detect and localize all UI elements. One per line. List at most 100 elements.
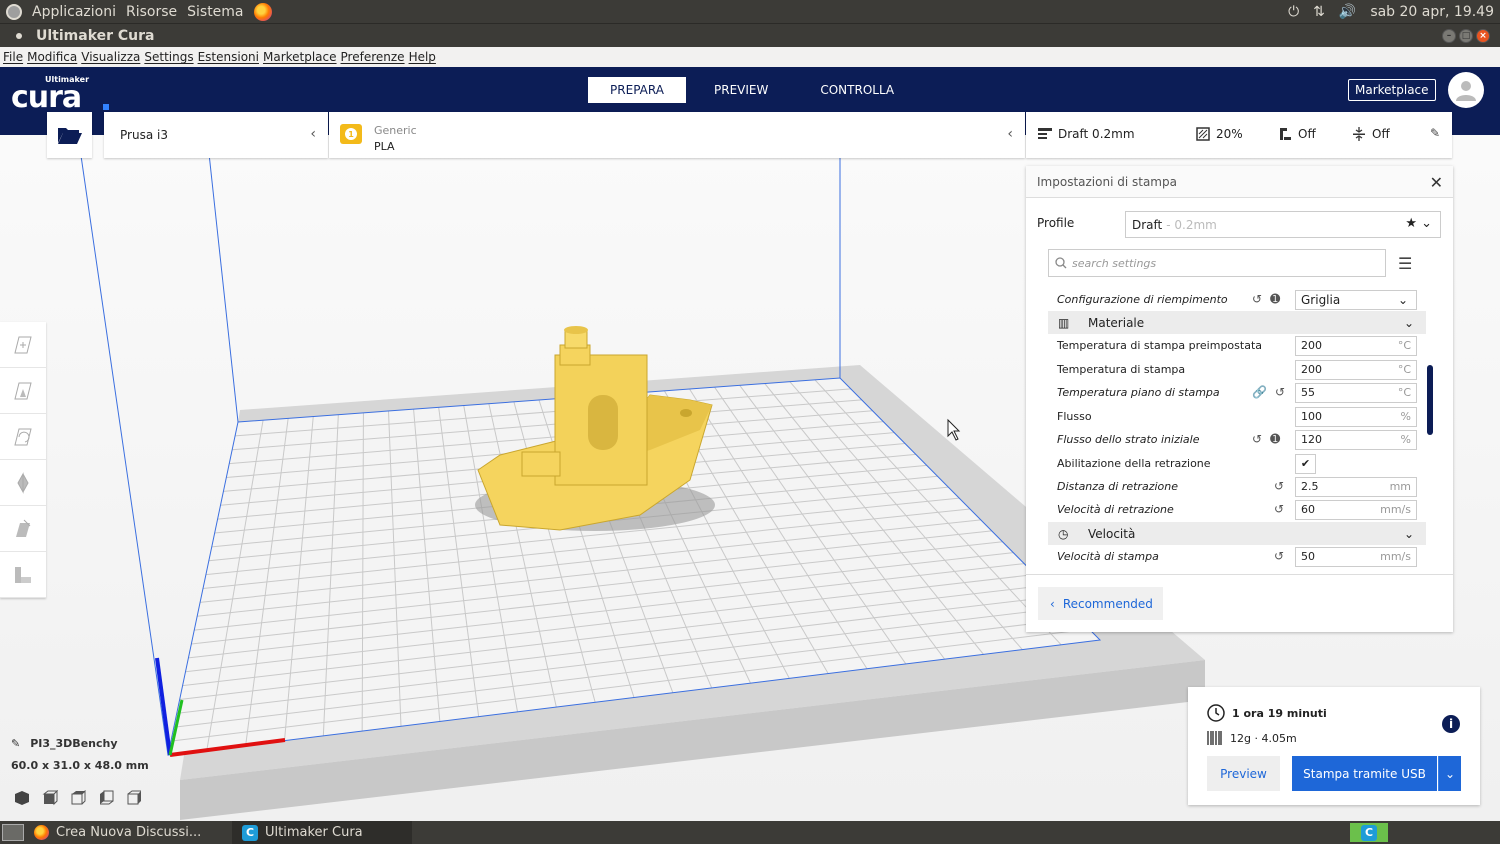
open-file-button[interactable] bbox=[47, 112, 92, 158]
close-window-button[interactable]: × bbox=[1476, 28, 1490, 43]
setting-unit: °C bbox=[1397, 339, 1411, 352]
panel-menu-sistema[interactable]: Sistema bbox=[187, 4, 243, 20]
reset-icon[interactable]: ↺ bbox=[1275, 385, 1285, 399]
mirror-tool[interactable] bbox=[0, 460, 46, 506]
volume-icon[interactable]: 🔊 bbox=[1339, 4, 1356, 20]
menu-estensioni[interactable]: Estensioni bbox=[198, 50, 259, 64]
task-cura[interactable]: C Ultimaker Cura bbox=[232, 821, 412, 844]
category-velocita[interactable]: ◷ Velocità ⌄ bbox=[1048, 522, 1426, 545]
printer-name: Prusa i3 bbox=[120, 128, 168, 142]
firefox-icon bbox=[34, 825, 49, 840]
setting-unit: °C bbox=[1397, 386, 1411, 399]
view-top-icon[interactable] bbox=[70, 790, 86, 806]
clock[interactable]: sab 20 apr, 19.49 bbox=[1370, 4, 1494, 20]
tab-prepara[interactable]: PREPARA bbox=[588, 77, 686, 103]
menu-file[interactable]: File bbox=[3, 50, 23, 64]
menu-modifica[interactable]: Modifica bbox=[27, 50, 77, 64]
panel-menu-risorse[interactable]: Risorse bbox=[126, 4, 177, 20]
recommended-button[interactable]: ‹ Recommended bbox=[1038, 587, 1163, 620]
adhesion-summary: Off bbox=[1352, 127, 1390, 141]
reset-icon[interactable]: ↺ bbox=[1274, 549, 1284, 563]
network-icon[interactable]: ⇅ bbox=[1313, 4, 1325, 20]
setting-select[interactable]: Griglia ⌄ bbox=[1295, 289, 1417, 310]
print-job-panel: 1 ora 19 minuti 12g · 4.05m i Preview St… bbox=[1188, 687, 1480, 805]
setting-field[interactable]: 55 °C bbox=[1295, 382, 1417, 403]
menu-settings[interactable]: Settings bbox=[144, 50, 193, 64]
minimize-button[interactable]: – bbox=[1442, 28, 1456, 43]
menu-visualizza[interactable]: Visualizza bbox=[81, 50, 140, 64]
preview-button[interactable]: Preview bbox=[1207, 756, 1280, 791]
pencil-icon[interactable]: ✎ bbox=[11, 737, 20, 750]
chevron-down-icon: ⌄ bbox=[1444, 766, 1456, 781]
setting-default-print-temp: Temperatura di stampa preimpostata 200 °C bbox=[1048, 334, 1426, 357]
search-input[interactable]: search settings bbox=[1048, 249, 1386, 277]
panel-menu-applicazioni[interactable]: Applicazioni bbox=[32, 4, 116, 20]
settings-scrollbar[interactable] bbox=[1427, 365, 1433, 435]
tab-preview[interactable]: PREVIEW bbox=[690, 77, 792, 103]
setting-field[interactable]: 120% bbox=[1295, 429, 1417, 450]
print-usb-button[interactable]: Stampa tramite USB bbox=[1292, 756, 1437, 791]
view-right-icon[interactable] bbox=[126, 790, 142, 806]
view-3d-icon[interactable] bbox=[14, 790, 30, 806]
marketplace-button[interactable]: Marketplace bbox=[1348, 79, 1436, 101]
material-icon: ▥ bbox=[1058, 315, 1070, 330]
rotate-tool[interactable] bbox=[0, 414, 46, 460]
setting-field[interactable]: 50 mm/s bbox=[1295, 546, 1417, 567]
view-front-icon[interactable] bbox=[42, 790, 58, 806]
printer-selector[interactable]: Prusa i3 ‹ bbox=[104, 112, 328, 158]
profile-label: Profile bbox=[1037, 216, 1075, 230]
account-avatar[interactable] bbox=[1448, 72, 1484, 108]
reset-icon[interactable]: ↺ bbox=[1252, 292, 1262, 306]
tab-controlla[interactable]: CONTROLLA bbox=[796, 77, 918, 103]
menu-marketplace[interactable]: Marketplace bbox=[263, 50, 337, 64]
print-options-button[interactable]: ⌄ bbox=[1438, 756, 1461, 791]
setting-unit: mm/s bbox=[1380, 550, 1411, 563]
menu-preferenze[interactable]: Preferenze bbox=[341, 50, 405, 64]
setting-field[interactable]: 200 °C bbox=[1295, 359, 1417, 380]
close-icon[interactable]: ✕ bbox=[1430, 173, 1443, 192]
reset-icon[interactable]: ↺ bbox=[1274, 502, 1284, 516]
clock-icon bbox=[1207, 704, 1225, 722]
info-icon[interactable]: ➊ bbox=[1270, 432, 1280, 446]
info-icon[interactable]: ➊ bbox=[1270, 292, 1280, 306]
category-materiale[interactable]: ▥ Materiale ⌄ bbox=[1048, 311, 1426, 334]
reset-icon[interactable]: ↺ bbox=[1252, 432, 1262, 446]
move-tool[interactable] bbox=[0, 322, 46, 368]
pencil-icon[interactable]: ✎ bbox=[1430, 126, 1440, 140]
setting-value: 100 bbox=[1301, 410, 1322, 423]
task-firefox[interactable]: Crea Nuova Discussi... bbox=[24, 821, 232, 844]
info-icon[interactable]: i bbox=[1442, 715, 1460, 733]
print-time-value: 1 ora 19 minuti bbox=[1232, 706, 1327, 720]
setting-field[interactable]: 100% bbox=[1295, 406, 1417, 427]
print-settings-summary[interactable]: Draft 0.2mm 20% Off Off ✎ bbox=[1026, 112, 1452, 158]
per-model-settings-tool[interactable] bbox=[0, 506, 46, 552]
setting-label: Temperatura di stampa preimpostata bbox=[1057, 339, 1262, 352]
support-blocker-icon bbox=[15, 566, 31, 583]
menu-help[interactable]: Help bbox=[409, 50, 436, 64]
settings-menu-icon[interactable]: ☰ bbox=[1398, 254, 1412, 273]
ubuntu-logo-icon[interactable] bbox=[6, 3, 22, 20]
support-blocker-tool[interactable] bbox=[0, 552, 46, 598]
retraction-checkbox[interactable]: ✔ bbox=[1295, 453, 1316, 474]
workspace-switcher[interactable]: C bbox=[1350, 823, 1388, 842]
window-title: Ultimaker Cura bbox=[36, 27, 155, 44]
power-icon[interactable]: ⏻ bbox=[1288, 4, 1299, 20]
maximize-button[interactable]: □ bbox=[1459, 28, 1473, 43]
settings-list[interactable]: Configurazione di riempimento ↺ ➊ Griglia… bbox=[1048, 287, 1426, 575]
view-left-icon[interactable] bbox=[98, 790, 114, 806]
setting-unit: mm/s bbox=[1380, 503, 1411, 516]
profile-select[interactable]: Draft - 0.2mm ★ ⌄ bbox=[1125, 211, 1441, 238]
reset-icon[interactable]: ↺ bbox=[1274, 479, 1284, 493]
link-icon[interactable]: 🔗 bbox=[1252, 385, 1267, 399]
window-title-bar[interactable]: Ultimaker Cura – □ × bbox=[0, 23, 1500, 47]
setting-value: 55 bbox=[1301, 386, 1315, 399]
setting-field[interactable]: 60 mm/s bbox=[1295, 499, 1417, 520]
firefox-icon[interactable] bbox=[253, 2, 272, 21]
setting-flow: Flusso 100% bbox=[1048, 405, 1426, 428]
setting-field[interactable]: 2.5 mm bbox=[1295, 476, 1417, 497]
material-selector[interactable]: 1 Generic PLA ‹ bbox=[329, 112, 1025, 158]
setting-value: 200 bbox=[1301, 363, 1322, 376]
scale-tool[interactable] bbox=[0, 368, 46, 414]
show-desktop-icon[interactable] bbox=[2, 824, 24, 841]
setting-field[interactable]: 200 °C bbox=[1295, 335, 1417, 356]
